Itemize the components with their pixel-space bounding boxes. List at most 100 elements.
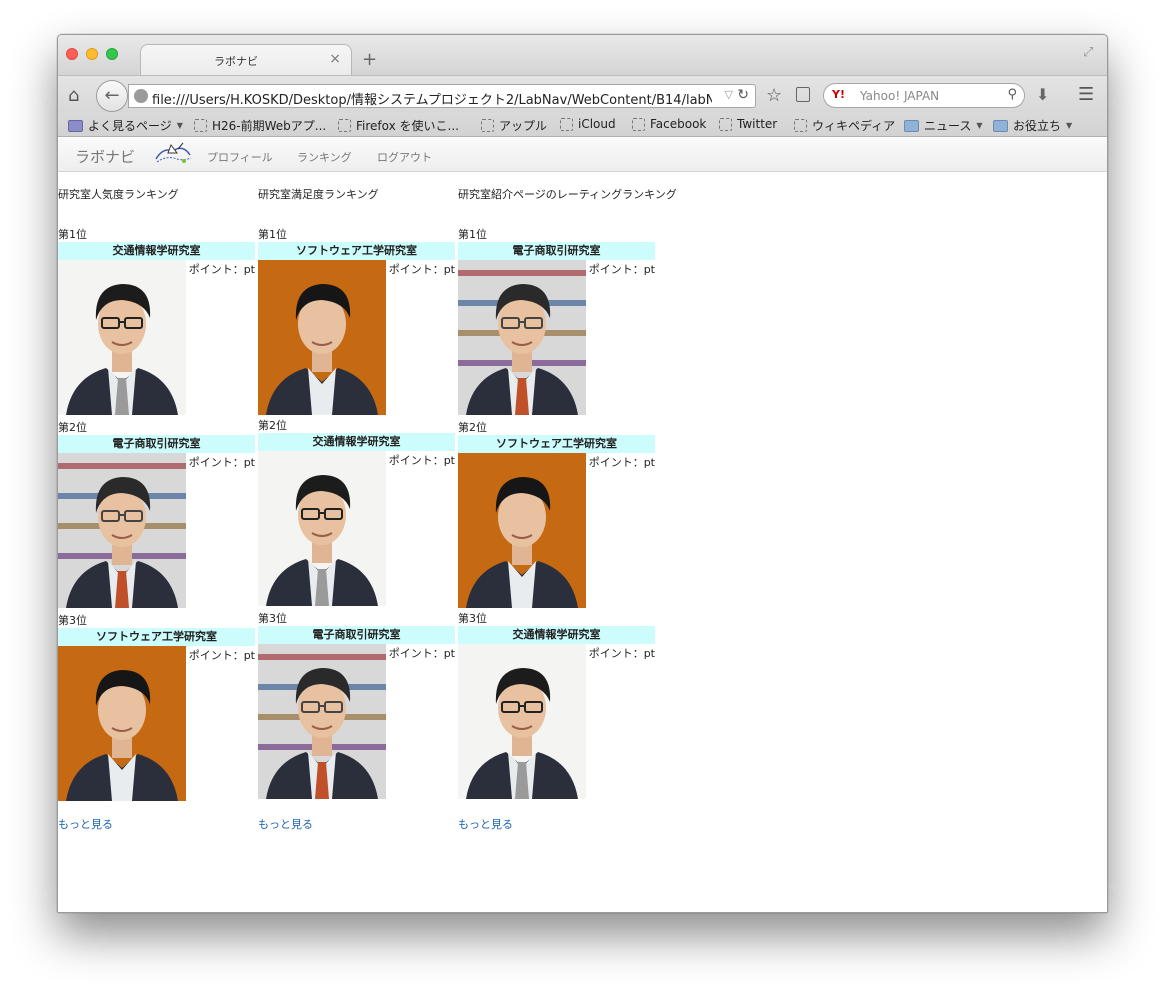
title-bar: ラボナビ × + ⤢ <box>58 35 1107 76</box>
rank-label: 第3位 <box>458 612 487 625</box>
bookmark-label: Facebook <box>650 117 707 131</box>
rank-label: 第2位 <box>258 419 287 432</box>
rank-label: 第1位 <box>258 228 287 241</box>
ranking-entry: 第1位 電子商取引研究室 ポイント：pt <box>458 226 658 416</box>
bookmark-label: よく見るページ <box>88 119 172 133</box>
professor-photo <box>258 644 386 799</box>
more-link[interactable]: もっと見る <box>58 816 113 832</box>
bookmark-item[interactable]: アップル <box>481 117 547 134</box>
bookmark-item[interactable]: Facebook <box>632 117 706 131</box>
professor-photo <box>258 260 386 415</box>
download-icon[interactable]: ⬇ <box>1036 85 1049 104</box>
ranking-entry: 第2位 ソフトウェア工学研究室 ポイント：pt <box>458 419 658 609</box>
bookmark-label: iCloud <box>578 117 616 131</box>
chevron-down-icon: ▼ <box>1066 121 1073 130</box>
bookmark-item[interactable]: よく見るページ ▼ <box>68 117 183 134</box>
search-engine-icon[interactable]: Y! <box>832 88 845 101</box>
professor-photo <box>58 453 186 608</box>
reload-icon[interactable]: ↻ <box>737 87 749 103</box>
lab-name[interactable]: 交通情報学研究室 <box>258 433 455 451</box>
menu-icon[interactable]: ☰ <box>1078 84 1094 105</box>
page-icon <box>194 119 207 132</box>
more-link[interactable]: もっと見る <box>258 816 313 832</box>
points-label: ポイント：pt <box>388 647 455 660</box>
page-icon <box>632 117 645 131</box>
search-input[interactable]: Yahoo! JAPAN <box>860 89 939 103</box>
bookmark-item[interactable]: Twitter <box>719 117 777 131</box>
back-button[interactable]: ← <box>96 80 128 112</box>
nav-logout-link[interactable]: ログアウト <box>377 149 432 165</box>
ranking-entry: 第1位 交通情報学研究室 ポイント：pt <box>58 226 258 416</box>
points-label: ポイント：pt <box>188 649 255 662</box>
bookmark-star-icon[interactable]: ☆ <box>766 85 782 106</box>
chevron-down-icon: ▼ <box>176 121 183 130</box>
search-bar[interactable]: Y! Yahoo! JAPAN ⚲ <box>823 83 1025 108</box>
bookmark-item[interactable]: お役立ち ▼ <box>993 117 1072 134</box>
points-label: ポイント：pt <box>588 647 655 660</box>
brand-link[interactable]: ラボナビ <box>75 146 135 167</box>
ranking-entry: 第3位 ソフトウェア工学研究室 ポイント：pt <box>58 612 258 802</box>
lab-name[interactable]: 電子商取引研究室 <box>58 435 255 453</box>
logo-icon <box>155 142 192 163</box>
professor-photo <box>58 260 186 415</box>
url-text[interactable]: file:///Users/H.KOSKD/Desktop/情報システムプロジェ… <box>152 89 712 108</box>
lab-name[interactable]: 電子商取引研究室 <box>258 626 455 644</box>
more-link[interactable]: もっと見る <box>458 816 513 832</box>
ranking-title: 研究室紹介ページのレーティングランキング <box>458 188 677 201</box>
professor-photo <box>458 453 586 608</box>
ranking-entry: 第3位 電子商取引研究室 ポイント：pt <box>258 610 458 800</box>
ranking-entry: 第3位 交通情報学研究室 ポイント：pt <box>458 610 658 800</box>
window-minimize-button[interactable] <box>86 48 98 60</box>
url-bar[interactable]: file:///Users/H.KOSKD/Desktop/情報システムプロジェ… <box>128 84 756 108</box>
url-history-dropdown-icon[interactable]: ▽ <box>725 88 733 101</box>
bookmark-item[interactable]: iCloud <box>560 117 616 131</box>
reading-list-icon[interactable] <box>796 87 810 102</box>
page-icon <box>794 119 807 132</box>
bookmark-label: Twitter <box>737 117 778 131</box>
lab-name[interactable]: ソフトウェア工学研究室 <box>58 628 255 646</box>
ranking-entry: 第2位 電子商取引研究室 ポイント：pt <box>58 419 258 609</box>
search-icon[interactable]: ⚲ <box>1007 87 1017 102</box>
lab-name[interactable]: 電子商取引研究室 <box>458 242 655 260</box>
bookmark-item[interactable]: ニュース ▼ <box>904 117 983 134</box>
lab-name[interactable]: ソフトウェア工学研究室 <box>458 435 655 453</box>
page-icon <box>560 117 573 131</box>
bookmark-label: H26-前期Webアプ... <box>212 119 327 133</box>
lab-name[interactable]: ソフトウェア工学研究室 <box>258 242 455 260</box>
bookmark-label: ニュース <box>924 119 972 133</box>
bookmark-item[interactable]: Firefox を使いこ... <box>338 117 459 134</box>
new-tab-icon[interactable]: + <box>362 49 377 70</box>
points-label: ポイント：pt <box>588 263 655 276</box>
points-label: ポイント：pt <box>588 456 655 469</box>
rank-label: 第3位 <box>258 612 287 625</box>
page-content: ラボナビ プロフィール ランキング ログアウト 研究室人気度ランキング 第1位 … <box>58 138 1107 912</box>
bookmark-label: ウィキペディア <box>812 119 896 133</box>
chevron-down-icon: ▼ <box>976 121 983 130</box>
fullscreen-icon[interactable]: ⤢ <box>1083 45 1099 61</box>
nav-profile-link[interactable]: プロフィール <box>207 149 273 165</box>
bookmark-label: Firefox を使いこ... <box>356 119 459 133</box>
rank-label: 第2位 <box>58 421 87 434</box>
bookmark-label: アップル <box>499 119 548 133</box>
rank-label: 第1位 <box>58 228 87 241</box>
lab-name[interactable]: 交通情報学研究室 <box>458 626 655 644</box>
tab-close-icon[interactable]: × <box>329 51 341 67</box>
nav-ranking-link[interactable]: ランキング <box>297 149 352 165</box>
professor-photo <box>58 646 186 801</box>
window-zoom-button[interactable] <box>106 48 118 60</box>
browser-tab[interactable]: ラボナビ × <box>140 44 352 76</box>
ranking-title: 研究室満足度ランキング <box>258 188 379 201</box>
bookmark-label: お役立ち <box>1013 119 1062 133</box>
bookmark-item[interactable]: ウィキペディア <box>794 117 895 134</box>
lab-name[interactable]: 交通情報学研究室 <box>58 242 255 260</box>
tab-title: ラボナビ <box>214 55 258 68</box>
navigation-toolbar: ⌂ ← file:///Users/H.KOSKD/Desktop/情報システム… <box>58 75 1107 113</box>
home-icon[interactable]: ⌂ <box>68 85 79 106</box>
window-close-button[interactable] <box>66 48 78 60</box>
rank-label: 第3位 <box>58 614 87 627</box>
folder-icon <box>904 119 919 132</box>
page-icon <box>481 119 494 132</box>
ranking-title: 研究室人気度ランキング <box>58 188 179 201</box>
bookmark-item[interactable]: H26-前期Webアプ... <box>194 117 326 134</box>
professor-photo <box>458 260 586 415</box>
